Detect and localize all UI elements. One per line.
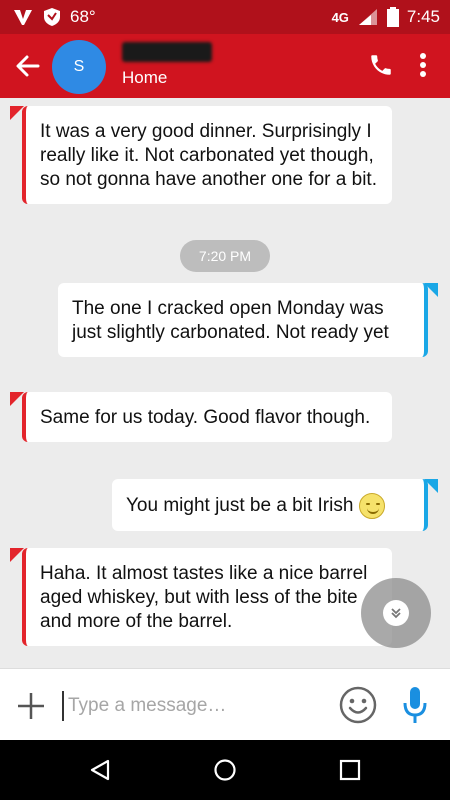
message-incoming[interactable]: It was a very good dinner. Surprisingly … (22, 106, 392, 204)
outgoing-flag-icon (424, 283, 438, 297)
verizon-check-icon (14, 10, 32, 25)
message-text: You might just be a bit Irish (126, 495, 354, 517)
message-text: Haha. It almost tastes like a nice barre… (40, 563, 368, 632)
shield-icon (44, 8, 60, 26)
message-outgoing[interactable]: You might just be a bit Irish (112, 479, 428, 531)
smiley-face-icon (339, 686, 377, 724)
nav-recents-button[interactable] (330, 754, 370, 786)
attach-button[interactable] (14, 689, 48, 723)
triangle-back-icon (90, 759, 110, 781)
phone-icon (371, 55, 391, 75)
time-separator-label: 7:20 PM (198, 248, 252, 264)
arrow-left-icon (16, 55, 40, 77)
more-options-button[interactable] (406, 48, 440, 82)
contact-name-redacted (122, 42, 212, 62)
emoji-button[interactable] (338, 685, 378, 725)
more-vertical-icon (420, 53, 426, 77)
compose-bar (0, 668, 450, 740)
contact-subtitle: Home (122, 68, 168, 87)
scroll-fab-inner (383, 600, 409, 626)
circle-home-icon (214, 759, 236, 781)
call-button[interactable] (364, 48, 398, 82)
message-text: The one I cracked open Monday was just s… (72, 298, 389, 343)
message-input[interactable] (62, 691, 312, 721)
avatar-letter: S (73, 58, 85, 75)
battery-icon (386, 7, 399, 27)
navigation-bar (0, 740, 450, 800)
message-text: It was a very good dinner. Surprisingly … (40, 121, 377, 190)
app-bar: S Home (0, 34, 450, 98)
scroll-to-bottom-button[interactable] (361, 578, 431, 648)
microphone-icon (403, 687, 427, 723)
message-incoming[interactable]: Haha. It almost tastes like a nice barre… (22, 548, 392, 646)
signal-icon (358, 9, 377, 25)
network-type: 4G (331, 9, 349, 25)
voice-input-button[interactable] (398, 683, 432, 727)
nav-home-button[interactable] (205, 754, 245, 786)
avatar[interactable]: S (52, 40, 106, 94)
status-left: 68° (12, 6, 96, 28)
time-separator: 7:20 PM (180, 240, 270, 272)
message-text: Same for us today. Good flavor though. (40, 407, 371, 428)
message-outgoing[interactable]: The one I cracked open Monday was just s… (58, 283, 428, 357)
temperature: 68° (70, 7, 96, 26)
clock: 7:45 (406, 7, 440, 26)
smiling-face-emoji-icon (358, 493, 385, 519)
outgoing-flag-icon (424, 479, 438, 493)
message-list[interactable]: It was a very good dinner. Surprisingly … (0, 98, 450, 668)
message-incoming[interactable]: Same for us today. Good flavor though. (22, 392, 392, 442)
back-button[interactable] (6, 44, 50, 88)
nav-back-button[interactable] (80, 754, 120, 786)
square-recents-icon (339, 759, 361, 781)
status-right: 4G 7:45 (332, 6, 440, 28)
plus-icon (18, 693, 44, 719)
status-bar: 68° 4G 7:45 (0, 0, 450, 34)
chevron-double-down-icon (391, 608, 401, 619)
